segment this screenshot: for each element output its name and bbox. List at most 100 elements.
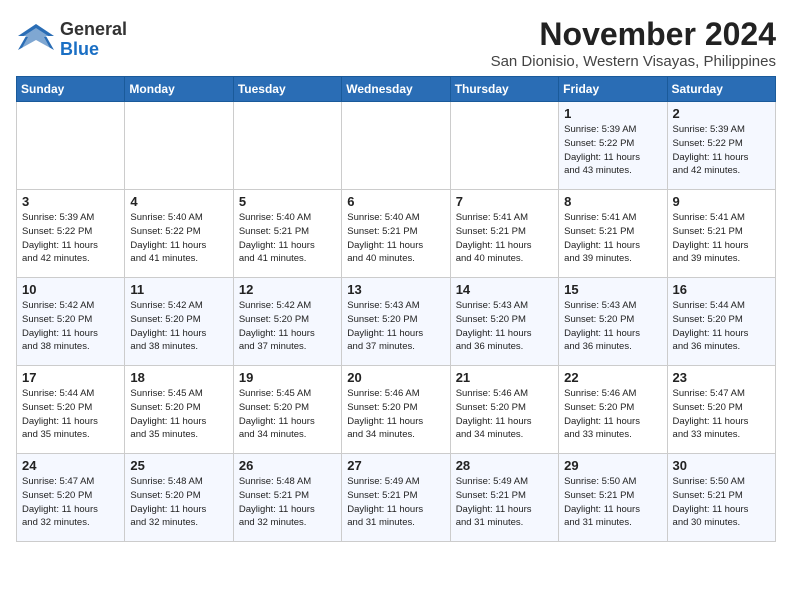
day-number: 13: [347, 282, 444, 297]
month-title: November 2024: [491, 16, 776, 53]
day-detail: Sunrise: 5:47 AMSunset: 5:20 PMDaylight:…: [22, 475, 119, 530]
day-number: 3: [22, 194, 119, 209]
calendar-cell: 21 Sunrise: 5:46 AMSunset: 5:20 PMDayligh…: [450, 366, 558, 454]
day-detail: Sunrise: 5:50 AMSunset: 5:21 PMDaylight:…: [673, 475, 770, 530]
calendar-cell: 26Sunrise: 5:48 AMSunset: 5:21 PMDayligh…: [233, 454, 341, 542]
day-detail: Sunrise: 5:44 AMSunset: 5:20 PMDaylight:…: [22, 387, 119, 442]
calendar-cell: 9 Sunrise: 5:41 AMSunset: 5:21 PMDaylight…: [667, 190, 775, 278]
day-number: 24: [22, 458, 119, 473]
col-monday: Monday: [125, 77, 233, 102]
calendar-cell: 3 Sunrise: 5:39 AMSunset: 5:22 PMDaylight…: [17, 190, 125, 278]
day-detail: Sunrise: 5:39 AMSunset: 5:22 PMDaylight:…: [22, 211, 119, 266]
logo: General Blue: [16, 20, 127, 60]
calendar-cell: 28Sunrise: 5:49 AMSunset: 5:21 PMDayligh…: [450, 454, 558, 542]
col-tuesday: Tuesday: [233, 77, 341, 102]
day-detail: Sunrise: 5:43 AMSunset: 5:20 PMDaylight:…: [347, 299, 444, 354]
day-detail: Sunrise: 5:40 AMSunset: 5:21 PMDaylight:…: [347, 211, 444, 266]
col-sunday: Sunday: [17, 77, 125, 102]
day-number: 2: [673, 106, 770, 121]
day-detail: Sunrise: 5:41 AMSunset: 5:21 PMDaylight:…: [673, 211, 770, 266]
logo-general-text: General: [60, 19, 127, 39]
calendar-cell: 6 Sunrise: 5:40 AMSunset: 5:21 PMDaylight…: [342, 190, 450, 278]
day-detail: Sunrise: 5:42 AMSunset: 5:20 PMDaylight:…: [130, 299, 227, 354]
title-block: November 2024 San Dionisio, Western Visa…: [491, 16, 776, 70]
day-number: 17: [22, 370, 119, 385]
day-detail: Sunrise: 5:49 AMSunset: 5:21 PMDaylight:…: [456, 475, 553, 530]
day-number: 15: [564, 282, 661, 297]
calendar-cell: 17 Sunrise: 5:44 AMSunset: 5:20 PMDayligh…: [17, 366, 125, 454]
day-detail: Sunrise: 5:45 AMSunset: 5:20 PMDaylight:…: [130, 387, 227, 442]
calendar-cell: 1 Sunrise: 5:39 AMSunset: 5:22 PMDaylight…: [559, 102, 667, 190]
calendar-cell: 10 Sunrise: 5:42 AMSunset: 5:20 PMDayligh…: [17, 278, 125, 366]
day-detail: Sunrise: 5:48 AMSunset: 5:20 PMDaylight:…: [130, 475, 227, 530]
day-detail: Sunrise: 5:39 AMSunset: 5:22 PMDaylight:…: [673, 123, 770, 178]
day-number: 26: [239, 458, 336, 473]
day-number: 12: [239, 282, 336, 297]
day-number: 21: [456, 370, 553, 385]
day-number: 18: [130, 370, 227, 385]
day-number: 1: [564, 106, 661, 121]
day-number: 27: [347, 458, 444, 473]
calendar-cell: 14Sunrise: 5:43 AMSunset: 5:20 PMDayligh…: [450, 278, 558, 366]
day-detail: Sunrise: 5:43 AMSunset: 5:20 PMDaylight:…: [564, 299, 661, 354]
day-number: 4: [130, 194, 227, 209]
col-friday: Friday: [559, 77, 667, 102]
calendar-cell: 4 Sunrise: 5:40 AMSunset: 5:22 PMDaylight…: [125, 190, 233, 278]
calendar-cell: [450, 102, 558, 190]
day-detail: Sunrise: 5:49 AMSunset: 5:21 PMDaylight:…: [347, 475, 444, 530]
calendar-cell: 16Sunrise: 5:44 AMSunset: 5:20 PMDayligh…: [667, 278, 775, 366]
calendar-cell: 29Sunrise: 5:50 AMSunset: 5:21 PMDayligh…: [559, 454, 667, 542]
day-number: 6: [347, 194, 444, 209]
calendar-cell: 22 Sunrise: 5:46 AMSunset: 5:20 PMDayligh…: [559, 366, 667, 454]
page: General Blue November 2024 San Dionisio,…: [0, 0, 792, 552]
calendar-cell: 19Sunrise: 5:45 AMSunset: 5:20 PMDayligh…: [233, 366, 341, 454]
calendar-cell: [125, 102, 233, 190]
calendar-week-0: 1 Sunrise: 5:39 AMSunset: 5:22 PMDaylight…: [17, 102, 776, 190]
day-detail: Sunrise: 5:46 AMSunset: 5:20 PMDaylight:…: [564, 387, 661, 442]
day-detail: Sunrise: 5:39 AMSunset: 5:22 PMDaylight:…: [564, 123, 661, 178]
day-number: 22: [564, 370, 661, 385]
calendar-cell: 2 Sunrise: 5:39 AMSunset: 5:22 PMDaylight…: [667, 102, 775, 190]
calendar-cell: [233, 102, 341, 190]
calendar-cell: 11 Sunrise: 5:42 AMSunset: 5:20 PMDayligh…: [125, 278, 233, 366]
day-detail: Sunrise: 5:40 AMSunset: 5:22 PMDaylight:…: [130, 211, 227, 266]
calendar-cell: 30 Sunrise: 5:50 AMSunset: 5:21 PMDayligh…: [667, 454, 775, 542]
header-row: Sunday Monday Tuesday Wednesday Thursday…: [17, 77, 776, 102]
calendar-cell: 8 Sunrise: 5:41 AMSunset: 5:21 PMDaylight…: [559, 190, 667, 278]
day-detail: Sunrise: 5:42 AMSunset: 5:20 PMDaylight:…: [22, 299, 119, 354]
day-number: 20: [347, 370, 444, 385]
calendar-cell: 7 Sunrise: 5:41 AMSunset: 5:21 PMDaylight…: [450, 190, 558, 278]
calendar-week-2: 10 Sunrise: 5:42 AMSunset: 5:20 PMDayligh…: [17, 278, 776, 366]
day-detail: Sunrise: 5:41 AMSunset: 5:21 PMDaylight:…: [564, 211, 661, 266]
calendar-cell: 27 Sunrise: 5:49 AMSunset: 5:21 PMDayligh…: [342, 454, 450, 542]
calendar-week-4: 24 Sunrise: 5:47 AMSunset: 5:20 PMDayligh…: [17, 454, 776, 542]
day-number: 7: [456, 194, 553, 209]
calendar-cell: 20Sunrise: 5:46 AMSunset: 5:20 PMDayligh…: [342, 366, 450, 454]
col-thursday: Thursday: [450, 77, 558, 102]
calendar-cell: 12 Sunrise: 5:42 AMSunset: 5:20 PMDayligh…: [233, 278, 341, 366]
calendar-cell: [17, 102, 125, 190]
day-number: 10: [22, 282, 119, 297]
logo-blue-text: Blue: [60, 39, 99, 59]
day-number: 16: [673, 282, 770, 297]
logo-icon: [16, 22, 56, 58]
day-number: 5: [239, 194, 336, 209]
calendar-week-3: 17 Sunrise: 5:44 AMSunset: 5:20 PMDayligh…: [17, 366, 776, 454]
day-detail: Sunrise: 5:46 AMSunset: 5:20 PMDaylight:…: [456, 387, 553, 442]
header: General Blue November 2024 San Dionisio,…: [16, 16, 776, 70]
day-detail: Sunrise: 5:41 AMSunset: 5:21 PMDaylight:…: [456, 211, 553, 266]
day-number: 30: [673, 458, 770, 473]
col-saturday: Saturday: [667, 77, 775, 102]
calendar-table: Sunday Monday Tuesday Wednesday Thursday…: [16, 76, 776, 542]
day-number: 8: [564, 194, 661, 209]
calendar-cell: 5Sunrise: 5:40 AMSunset: 5:21 PMDaylight…: [233, 190, 341, 278]
calendar-header: Sunday Monday Tuesday Wednesday Thursday…: [17, 77, 776, 102]
day-number: 9: [673, 194, 770, 209]
location-title: San Dionisio, Western Visayas, Philippin…: [491, 53, 776, 70]
day-number: 11: [130, 282, 227, 297]
day-detail: Sunrise: 5:45 AMSunset: 5:20 PMDaylight:…: [239, 387, 336, 442]
calendar-cell: 23Sunrise: 5:47 AMSunset: 5:20 PMDayligh…: [667, 366, 775, 454]
calendar-week-1: 3 Sunrise: 5:39 AMSunset: 5:22 PMDaylight…: [17, 190, 776, 278]
day-detail: Sunrise: 5:47 AMSunset: 5:20 PMDaylight:…: [673, 387, 770, 442]
day-detail: Sunrise: 5:42 AMSunset: 5:20 PMDaylight:…: [239, 299, 336, 354]
